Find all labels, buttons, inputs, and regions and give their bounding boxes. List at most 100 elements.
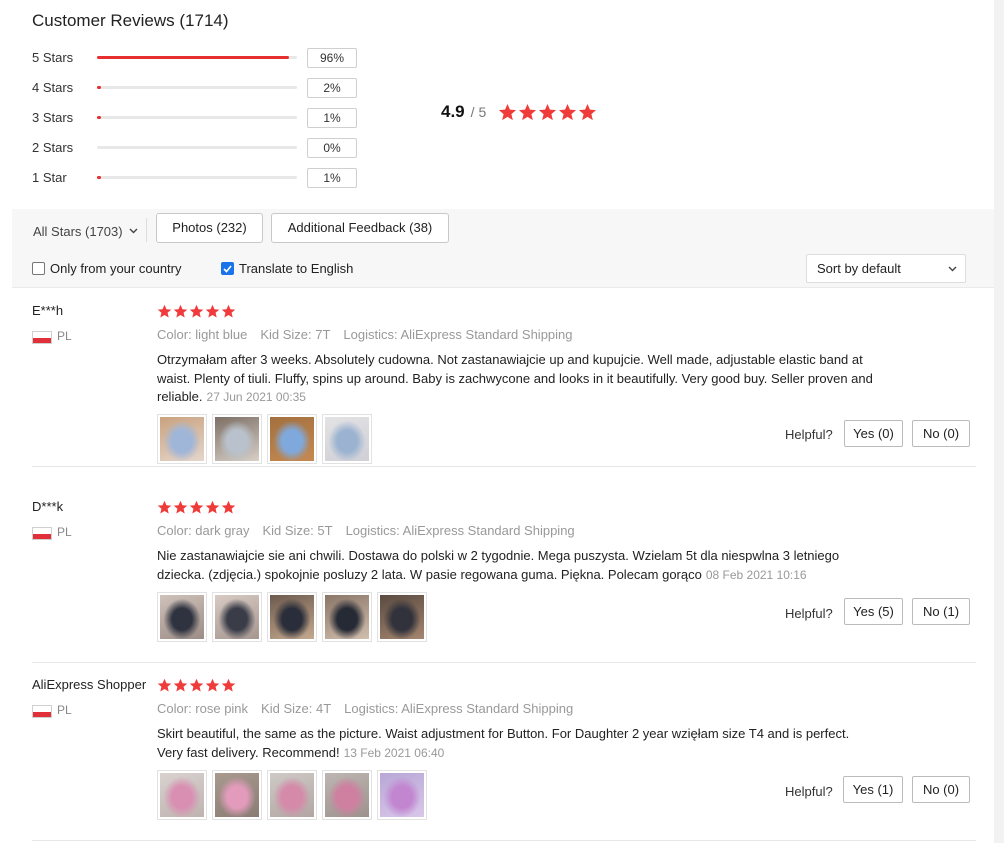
helpful-no-button[interactable]: No (0) bbox=[912, 420, 970, 447]
rating-percent: 1% bbox=[307, 168, 357, 188]
poland-flag-icon bbox=[32, 705, 52, 718]
photo-rose-pink-skirt-4 bbox=[325, 773, 369, 817]
review-color: Color: dark gray bbox=[157, 523, 250, 538]
all-stars-dropdown[interactable]: All Stars (1703) bbox=[33, 222, 138, 240]
photo-light-blue-skirt-1 bbox=[160, 417, 204, 461]
review-photo[interactable] bbox=[267, 592, 317, 642]
helpful-no-button[interactable]: No (1) bbox=[912, 598, 970, 625]
review-photo[interactable] bbox=[267, 770, 317, 820]
chevron-down-icon bbox=[948, 266, 957, 272]
review-photo[interactable] bbox=[157, 414, 207, 464]
translate-filter[interactable]: Translate to English bbox=[221, 261, 353, 276]
star-icon bbox=[173, 304, 188, 318]
review-photo[interactable] bbox=[157, 592, 207, 642]
rating-percent: 0% bbox=[307, 138, 357, 158]
star-icon bbox=[173, 500, 188, 514]
helpful-label: Helpful? bbox=[785, 606, 833, 621]
rating-row-5[interactable]: 5 Stars 96% bbox=[32, 48, 362, 68]
reviewer-country: PL bbox=[57, 703, 72, 717]
photos-filter-button[interactable]: Photos (232) bbox=[156, 213, 263, 243]
star-icon bbox=[157, 678, 172, 692]
rating-label: 5 Stars bbox=[32, 50, 74, 65]
review-photo[interactable] bbox=[267, 414, 317, 464]
rating-bar-fill bbox=[97, 86, 101, 89]
rating-bar bbox=[97, 56, 297, 59]
photo-dark-gray-skirt-3 bbox=[270, 595, 314, 639]
helpful-yes-button[interactable]: Yes (0) bbox=[844, 420, 903, 447]
review-photo[interactable] bbox=[212, 592, 262, 642]
helpful-label: Helpful? bbox=[785, 784, 833, 799]
photo-rose-pink-skirt-2 bbox=[215, 773, 259, 817]
star-icon bbox=[519, 103, 537, 120]
star-icon bbox=[157, 500, 172, 514]
reviews-title: Customer Reviews (1714) bbox=[32, 11, 229, 30]
photo-rose-pink-skirt-1 bbox=[160, 773, 204, 817]
review-photo[interactable] bbox=[377, 770, 427, 820]
star-icon bbox=[189, 304, 204, 318]
reviewer-name: D***k bbox=[32, 499, 64, 514]
rating-row-4[interactable]: 4 Stars 2% bbox=[32, 78, 362, 98]
chevron-down-icon bbox=[129, 228, 138, 234]
star-icon bbox=[189, 678, 204, 692]
reviewer-country: PL bbox=[57, 525, 72, 539]
rating-percent: 96% bbox=[307, 48, 357, 68]
additional-feedback-button[interactable]: Additional Feedback (38) bbox=[271, 213, 449, 243]
photo-rose-pink-skirt-3 bbox=[270, 773, 314, 817]
helpful-no-button[interactable]: No (0) bbox=[912, 776, 970, 803]
rating-label: 1 Star bbox=[32, 170, 67, 185]
review-photo[interactable] bbox=[377, 592, 427, 642]
review-attributes: Color: dark gray Kid Size: 5T Logistics:… bbox=[157, 523, 575, 538]
translate-checkbox[interactable] bbox=[221, 262, 234, 275]
poland-flag-icon bbox=[32, 331, 52, 344]
score-value: 4.9 bbox=[441, 102, 465, 121]
review-logistics: Logistics: AliExpress Standard Shipping bbox=[345, 523, 575, 538]
review-photos bbox=[157, 592, 427, 642]
review-body: Skirt beautiful, the same as the picture… bbox=[157, 725, 877, 762]
star-icon bbox=[205, 678, 220, 692]
review-date: 08 Feb 2021 10:16 bbox=[705, 567, 807, 582]
rating-bar bbox=[97, 146, 297, 149]
review-item: E***h PL Color: light blue Kid Size: 7T … bbox=[32, 289, 976, 467]
review-stars bbox=[157, 500, 236, 515]
reviewer-country: PL bbox=[57, 329, 72, 343]
star-icon bbox=[221, 500, 236, 514]
rating-row-2[interactable]: 2 Stars 0% bbox=[32, 138, 362, 158]
rating-label: 4 Stars bbox=[32, 80, 74, 95]
only-country-filter[interactable]: Only from your country bbox=[32, 261, 182, 276]
review-size: Kid Size: 4T bbox=[261, 701, 332, 716]
review-color: Color: rose pink bbox=[157, 701, 249, 716]
review-photos bbox=[157, 770, 427, 820]
sort-dropdown[interactable]: Sort by default bbox=[806, 254, 966, 283]
rating-row-3[interactable]: 3 Stars 1% bbox=[32, 108, 362, 128]
review-stars bbox=[157, 304, 236, 319]
review-stars bbox=[157, 678, 236, 693]
review-logistics: Logistics: AliExpress Standard Shipping bbox=[344, 701, 574, 716]
photo-light-blue-skirt-4 bbox=[325, 417, 369, 461]
rating-percent: 1% bbox=[307, 108, 357, 128]
review-attributes: Color: rose pink Kid Size: 4T Logistics:… bbox=[157, 701, 573, 716]
all-stars-label: All Stars (1703) bbox=[33, 223, 123, 239]
helpful-yes-button[interactable]: Yes (1) bbox=[843, 776, 903, 803]
only-country-checkbox[interactable] bbox=[32, 262, 45, 275]
rating-bar-fill bbox=[97, 116, 101, 119]
rating-bar bbox=[97, 116, 297, 119]
review-color: Color: light blue bbox=[157, 327, 248, 342]
review-photo[interactable] bbox=[322, 592, 372, 642]
review-size: Kid Size: 7T bbox=[260, 327, 331, 342]
star-icon bbox=[173, 678, 188, 692]
star-icon bbox=[579, 103, 597, 120]
review-photo[interactable] bbox=[157, 770, 207, 820]
divider bbox=[146, 218, 147, 242]
review-photo[interactable] bbox=[212, 414, 262, 464]
review-photo[interactable] bbox=[322, 414, 372, 464]
review-photo[interactable] bbox=[322, 770, 372, 820]
review-photo[interactable] bbox=[212, 770, 262, 820]
review-item: D***k PL Color: dark gray Kid Size: 5T L… bbox=[32, 485, 976, 663]
rating-bar bbox=[97, 86, 297, 89]
score-separator: / bbox=[470, 104, 475, 120]
star-icon bbox=[539, 103, 557, 120]
review-photos bbox=[157, 414, 372, 464]
rating-row-1[interactable]: 1 Star 1% bbox=[32, 168, 362, 188]
star-icon bbox=[189, 500, 204, 514]
helpful-yes-button[interactable]: Yes (5) bbox=[844, 598, 903, 625]
